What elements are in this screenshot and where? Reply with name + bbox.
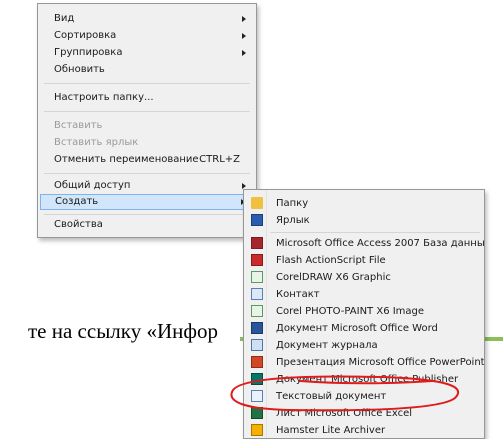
submenu-item-label: Папку [276, 198, 309, 209]
submenu-arrow-icon [242, 33, 246, 39]
menu-item-share[interactable]: Общий доступ [40, 178, 254, 194]
menu-item-label: Группировка [54, 47, 123, 58]
submenu-arrow-icon [242, 50, 246, 56]
word-icon [251, 322, 263, 334]
submenu-item-coreldraw[interactable]: CorelDRAW X6 Graphic [246, 269, 482, 286]
menu-item-refresh[interactable]: Обновить [40, 62, 254, 78]
journal-icon [251, 339, 263, 351]
shortcut-icon [251, 214, 263, 226]
document-text-line: те на ссылку «Инфор [28, 319, 218, 343]
menu-item-undo-rename[interactable]: Отменить переименование CTRL+Z [40, 152, 254, 168]
access-icon [251, 237, 263, 249]
submenu-item-folder[interactable]: Папку [246, 195, 482, 212]
text-document-icon [251, 390, 263, 402]
menu-item-label: Сортировка [54, 30, 117, 41]
submenu-item-hamster[interactable]: Hamster Lite Archiver [246, 422, 482, 438]
submenu-item-shortcut[interactable]: Ярлык [246, 212, 482, 229]
menu-item-label: Создать [55, 196, 99, 207]
menu-separator [44, 214, 250, 215]
submenu-item-journal[interactable]: Документ журнала [246, 337, 482, 354]
submenu-item-publisher[interactable]: Документ Microsoft Office Publisher [246, 371, 482, 388]
coreldraw-icon [251, 271, 263, 283]
photopaint-icon [251, 305, 263, 317]
submenu-item-powerpoint[interactable]: Презентация Microsoft Office PowerPoint [246, 354, 485, 371]
menu-item-properties[interactable]: Свойства [40, 217, 254, 233]
submenu-item-label: Ярлык [276, 215, 310, 226]
menu-separator [44, 83, 250, 84]
submenu-item-label: Лист Microsoft Office Excel [276, 408, 413, 419]
menu-item-label: Обновить [54, 64, 105, 75]
submenu-item-label: Документ Microsoft Office Word [276, 323, 438, 334]
menu-item-customize-folder[interactable]: Настроить папку... [40, 90, 254, 106]
create-submenu: Папку Ярлык Microsoft Office Access 2007… [243, 189, 485, 439]
menu-item-shortcut: CTRL+Z [199, 154, 240, 165]
menu-item-paste-shortcut: Вставить ярлык [40, 135, 254, 151]
flash-icon [251, 254, 263, 266]
submenu-item-text-document[interactable]: Текстовый документ [246, 388, 482, 405]
submenu-item-label: Corel PHOTO-PAINT X6 Image [276, 306, 425, 317]
submenu-item-label: Текстовый документ [276, 391, 387, 402]
publisher-icon [251, 373, 263, 385]
context-menu: Вид Сортировка Группировка Обновить Наст… [37, 3, 257, 238]
menu-item-sort[interactable]: Сортировка [40, 28, 254, 44]
submenu-item-label: Microsoft Office Access 2007 База данных [276, 238, 485, 249]
menu-item-label: Вид [54, 13, 75, 24]
submenu-item-excel[interactable]: Лист Microsoft Office Excel [246, 405, 482, 422]
menu-item-label: Отменить переименование [54, 154, 199, 165]
excel-icon [251, 407, 263, 419]
submenu-item-label: Презентация Microsoft Office PowerPoint [276, 357, 485, 368]
powerpoint-icon [251, 356, 263, 368]
menu-item-create[interactable]: Создать [40, 194, 254, 210]
menu-item-label: Вставить ярлык [54, 137, 139, 148]
submenu-item-label: Контакт [276, 289, 320, 300]
menu-item-label: Свойства [54, 219, 103, 230]
menu-item-label: Вставить [54, 120, 103, 131]
menu-item-group[interactable]: Группировка [40, 45, 254, 61]
submenu-item-access[interactable]: Microsoft Office Access 2007 База данных [246, 235, 485, 252]
submenu-arrow-icon [242, 16, 246, 22]
menu-item-view[interactable]: Вид [40, 11, 254, 27]
submenu-item-flash[interactable]: Flash ActionScript File [246, 252, 482, 269]
menu-item-label: Настроить папку... [54, 92, 154, 103]
menu-separator [44, 111, 250, 112]
submenu-separator [270, 232, 480, 233]
menu-separator [44, 173, 250, 174]
submenu-item-label: Документ Microsoft Office Publisher [276, 374, 459, 385]
submenu-item-contact[interactable]: Контакт [246, 286, 482, 303]
submenu-item-label: Документ журнала [276, 340, 378, 351]
submenu-item-photopaint[interactable]: Corel PHOTO-PAINT X6 Image [246, 303, 482, 320]
folder-icon [251, 197, 263, 209]
menu-item-label: Общий доступ [54, 180, 131, 191]
submenu-item-label: CorelDRAW X6 Graphic [276, 272, 391, 283]
hamster-icon [251, 424, 263, 436]
submenu-item-word[interactable]: Документ Microsoft Office Word [246, 320, 482, 337]
contact-icon [251, 288, 263, 300]
submenu-item-label: Hamster Lite Archiver [276, 425, 386, 436]
submenu-item-label: Flash ActionScript File [276, 255, 386, 266]
menu-item-paste: Вставить [40, 118, 254, 134]
